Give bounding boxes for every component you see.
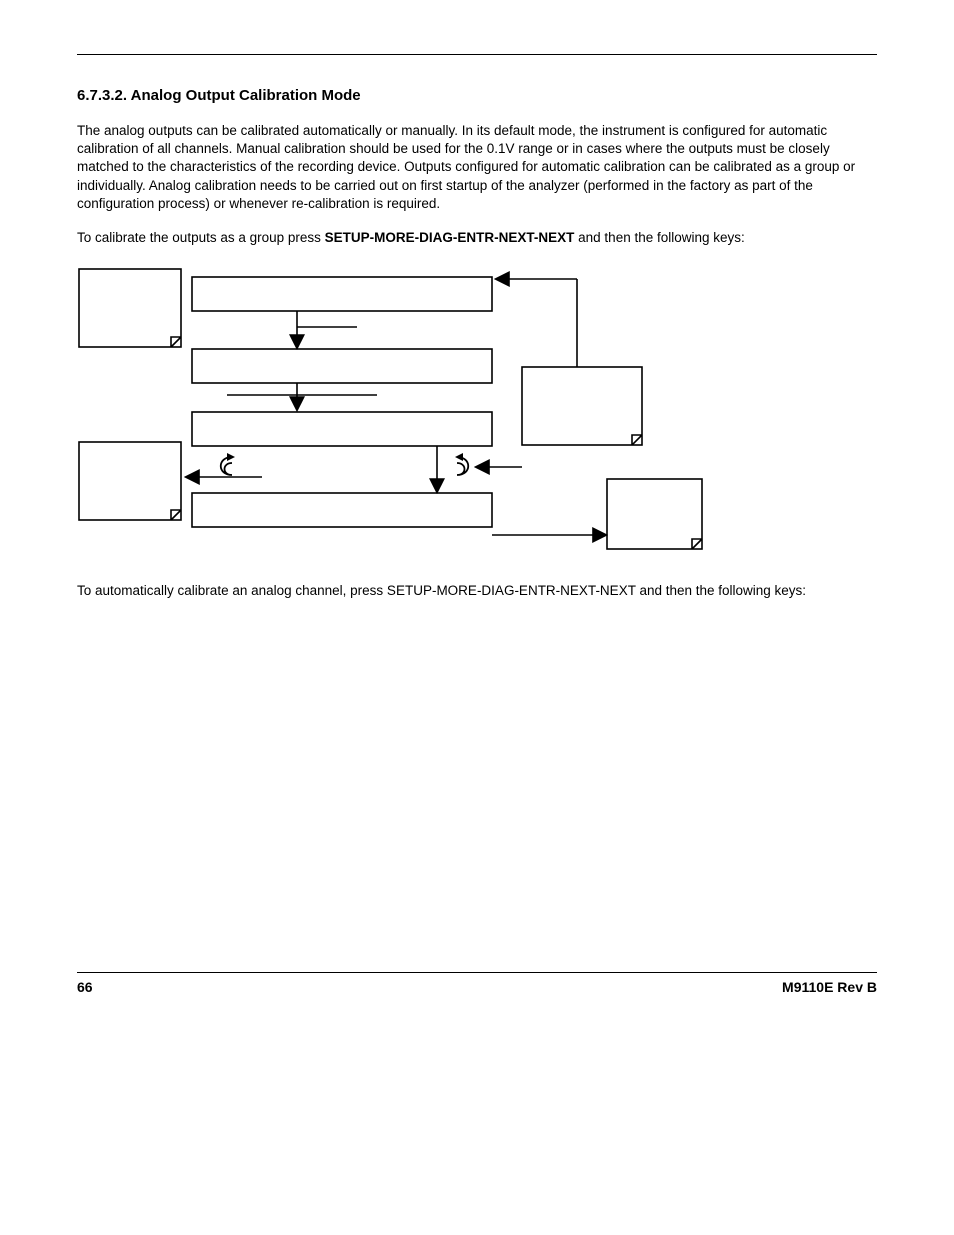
para2-post: and then the following keys: [574,230,744,245]
flow-diagram [77,267,717,557]
section-number: 6.7.3.2. [77,87,127,104]
section-heading: 6.7.3.2. Analog Output Calibration Mode [77,87,877,104]
doc-rev: M9110E Rev B [782,979,877,995]
body-paragraph-3: To automatically calibrate an analog cha… [77,582,877,600]
page-footer: 66 M9110E Rev B [77,972,877,995]
body-paragraph-2: To calibrate the outputs as a group pres… [77,229,877,247]
section-title: Analog Output Calibration Mode [131,87,361,104]
para2-pre: To calibrate the outputs as a group pres… [77,230,325,245]
para2-bold: SETUP-MORE-DIAG-ENTR-NEXT-NEXT [325,230,575,245]
page-number: 66 [77,979,93,995]
body-paragraph-1: The analog outputs can be calibrated aut… [77,122,877,213]
